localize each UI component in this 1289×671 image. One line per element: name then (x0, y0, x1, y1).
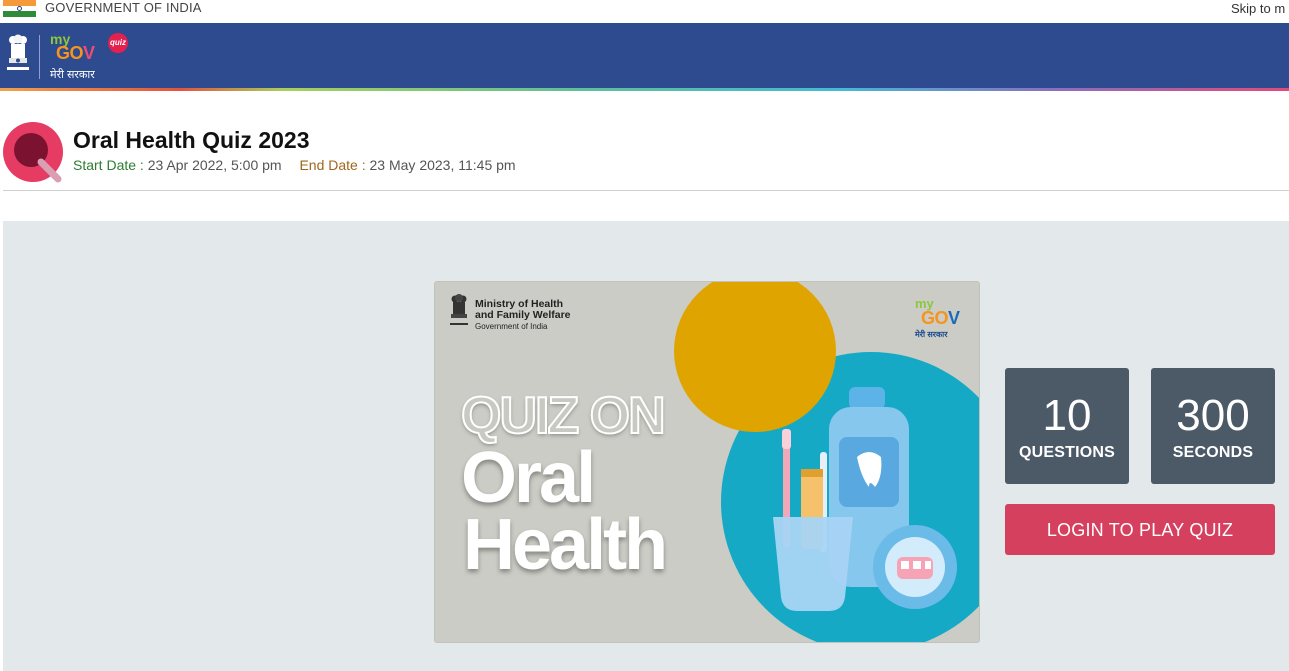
site-header: my GOV quiz मेरी सरकार (0, 23, 1289, 88)
questions-count-label: QUESTIONS (1018, 444, 1116, 461)
title-divider (3, 190, 1289, 191)
quiz-magnifier-icon (3, 122, 63, 183)
ministry-label: Ministry of Health and Family Welfare Go… (475, 298, 571, 332)
government-strip: GOVERNMENT OF INDIA Skip to m (0, 0, 1289, 23)
dental-products-illustration (773, 387, 957, 611)
end-date-value: 23 May 2023, 11:45 pm (369, 157, 516, 173)
time-limit-label: SECONDS (1172, 444, 1254, 461)
quiz-title: Oral Health Quiz 2023 (73, 127, 310, 153)
banner-emblem-icon (450, 294, 468, 325)
skip-to-main-content-link[interactable]: Skip to m (1231, 1, 1285, 16)
government-of-india-label: GOVERNMENT OF INDIA (45, 0, 202, 15)
header-divider (39, 35, 40, 79)
time-limit-card: 300 SECONDS (1151, 368, 1275, 484)
quiz-banner-image: Ministry of Health and Family Welfare Go… (434, 281, 980, 643)
quiz-badge-icon: quiz (108, 33, 128, 53)
time-limit-value: 300 (1176, 391, 1250, 440)
banner-heading-health: Health (463, 505, 668, 585)
logo-hindi-tagline: मेरी सरकार (50, 69, 95, 81)
banner-mygov-logo: my GOV मेरी सरकार (915, 296, 960, 339)
national-emblem-icon[interactable] (4, 31, 32, 79)
logo-gov-text: GOV (56, 43, 95, 63)
start-date-value: 23 Apr 2022, 5:00 pm (147, 157, 282, 173)
questions-count-card: 10 QUESTIONS (1005, 368, 1129, 484)
quiz-dates: Start Date : 23 Apr 2022, 5:00 pm End Da… (73, 157, 516, 173)
mygov-quiz-logo[interactable]: my GOV quiz मेरी सरकार (48, 29, 138, 83)
questions-count-value: 10 (1042, 391, 1092, 440)
end-date-label: End Date : (299, 157, 366, 173)
india-flag-icon (3, 0, 36, 17)
start-date-label: Start Date : (73, 157, 144, 173)
header-color-strip (0, 88, 1289, 91)
login-to-play-quiz-button[interactable]: LOGIN TO PLAY QUIZ (1005, 504, 1275, 555)
